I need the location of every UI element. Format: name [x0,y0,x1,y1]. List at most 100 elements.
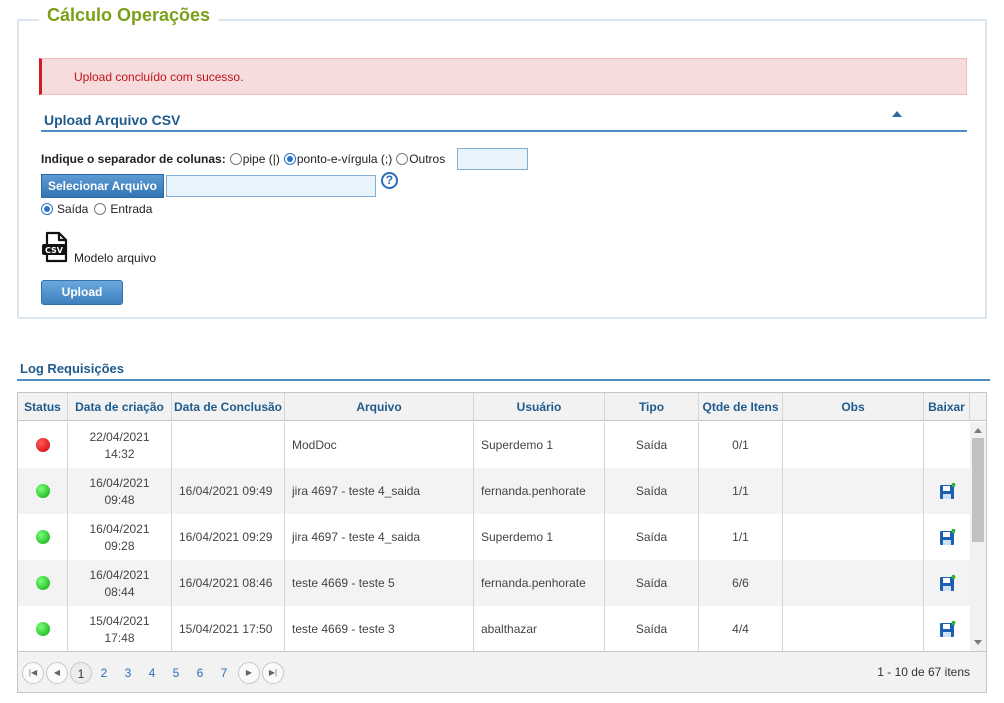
table-row[interactable]: 15/04/2021 17:48 15/04/2021 17:50 teste … [18,606,970,651]
direction-row: Saída Entrada [41,202,156,216]
last-page-icon[interactable]: ▶| [262,661,284,684]
page-number[interactable]: 6 [188,662,212,684]
table-row[interactable]: 16/04/2021 08:44 16/04/2021 08:46 teste … [18,560,970,606]
calc-operations-panel: Cálculo Operações Upload concluído com s… [17,5,987,319]
created-date: 16/04/2021 [89,567,150,582]
question-circle-icon[interactable]: ? [380,171,398,189]
scroll-up-icon[interactable] [974,428,982,433]
scroll-down-icon[interactable] [974,640,982,645]
user-cell: abalthazar [474,606,605,651]
obs-cell [783,468,924,514]
column-header-user[interactable]: Usuário [474,393,605,421]
table-row[interactable]: 16/04/2021 09:48 16/04/2021 09:49 jira 4… [18,468,970,514]
direction-option-label: Saída [57,202,89,216]
qty-cell: 0/1 [699,422,783,468]
model-file-link[interactable]: CSV Modelo arquivo [41,231,156,265]
created-date: 16/04/2021 [89,521,150,536]
created-cell: 16/04/2021 08:44 [68,560,172,606]
created-time: 17:48 [104,630,135,645]
column-header-status[interactable]: Status [18,393,68,421]
download-save-icon[interactable] [939,528,956,546]
other-separator-input[interactable] [457,148,529,170]
file-cell: teste 4669 - teste 3 [285,606,474,651]
obs-cell [783,560,924,606]
separator-option-semicolon[interactable]: ponto-e-vírgula (;) [283,152,392,166]
upload-button[interactable]: Upload [41,280,123,305]
column-header-created[interactable]: Data de criação [68,393,172,421]
collapse-arrow-icon[interactable] [892,111,902,117]
radio-pipe[interactable] [229,153,242,165]
column-header-type[interactable]: Tipo [605,393,699,421]
csv-file-icon[interactable]: CSV [41,231,71,263]
completed-cell [172,422,285,468]
direction-option-label: Entrada [110,202,153,216]
scroll-thumb[interactable] [972,438,984,542]
completed-cell: 16/04/2021 08:46 [172,560,285,606]
radio-other[interactable] [396,153,409,165]
grid-scrollbar[interactable] [970,422,986,651]
table-row[interactable]: 22/04/2021 14:32 ModDoc Superdemo 1 Saíd… [18,422,970,468]
qty-cell: 1/1 [699,468,783,514]
separator-option-pipe[interactable]: pipe (|) [229,152,280,166]
download-cell [924,468,970,514]
qty-cell: 6/6 [699,560,783,606]
page-number[interactable]: 4 [140,662,164,684]
status-cell [18,422,68,468]
status-red-icon [35,438,50,452]
download-save-icon[interactable] [939,574,956,592]
column-header-file[interactable]: Arquivo [285,393,474,421]
user-cell: fernanda.penhorate [474,468,605,514]
status-green-icon [35,622,50,636]
status-green-icon [35,530,50,544]
separator-option-label: pipe (|) [242,152,280,166]
column-header-obs[interactable]: Obs [783,393,924,421]
log-section-header: Log Requisições [17,358,990,381]
completed-cell: 16/04/2021 09:29 [172,514,285,560]
user-cell: Superdemo 1 [474,514,605,560]
file-cell: ModDoc [285,422,474,468]
status-cell [18,514,68,560]
grid-header: Status Data de criação Data de Conclusão… [18,393,986,421]
radio-saida[interactable] [41,203,53,215]
table-row[interactable]: 16/04/2021 09:28 16/04/2021 09:29 jira 4… [18,514,970,560]
direction-option-saida[interactable]: Saída [41,202,88,216]
radio-entrada[interactable] [94,203,107,215]
page-number-current[interactable]: 1 [70,661,92,684]
qty-cell: 1/1 [699,514,783,560]
page-number[interactable]: 3 [116,662,140,684]
log-grid: Status Data de criação Data de Conclusão… [17,392,987,693]
page-number[interactable]: 5 [164,662,188,684]
status-green-icon [35,576,50,590]
select-file-button[interactable]: Selecionar Arquivo [41,174,164,198]
separator-option-label: Outros [409,152,446,166]
upload-section-header: Upload Arquivo CSV [41,109,967,132]
download-save-icon[interactable] [939,620,956,638]
radio-semicolon[interactable] [283,153,296,165]
file-name-input[interactable] [165,175,376,197]
created-cell: 22/04/2021 14:32 [68,422,172,468]
column-header-completed[interactable]: Data de Conclusão [172,393,285,421]
file-cell: jira 4697 - teste 4_saida [285,468,474,514]
separator-option-other[interactable]: Outros [396,152,445,166]
prev-page-icon[interactable]: ◀ [46,661,68,684]
download-cell [924,606,970,651]
column-header-download[interactable]: Baixar [924,393,970,421]
page-number[interactable]: 2 [92,662,116,684]
first-page-icon[interactable]: |◀ [22,661,44,684]
status-cell [18,468,68,514]
user-cell: fernanda.penhorate [474,560,605,606]
created-time: 14:32 [104,446,135,461]
separator-label: Indique o separador de colunas: [41,152,226,166]
created-time: 09:48 [104,492,135,507]
type-cell: Saída [605,606,699,651]
direction-option-entrada[interactable]: Entrada [94,202,152,216]
model-file-label[interactable]: Modelo arquivo [74,251,156,265]
download-cell [924,560,970,606]
download-save-icon[interactable] [939,482,956,500]
created-cell: 16/04/2021 09:48 [68,468,172,514]
status-cell [18,606,68,651]
next-page-icon[interactable]: ▶ [238,661,260,684]
column-header-qty[interactable]: Qtde de Itens [699,393,783,421]
page-number[interactable]: 7 [212,662,236,684]
download-cell [924,422,970,468]
